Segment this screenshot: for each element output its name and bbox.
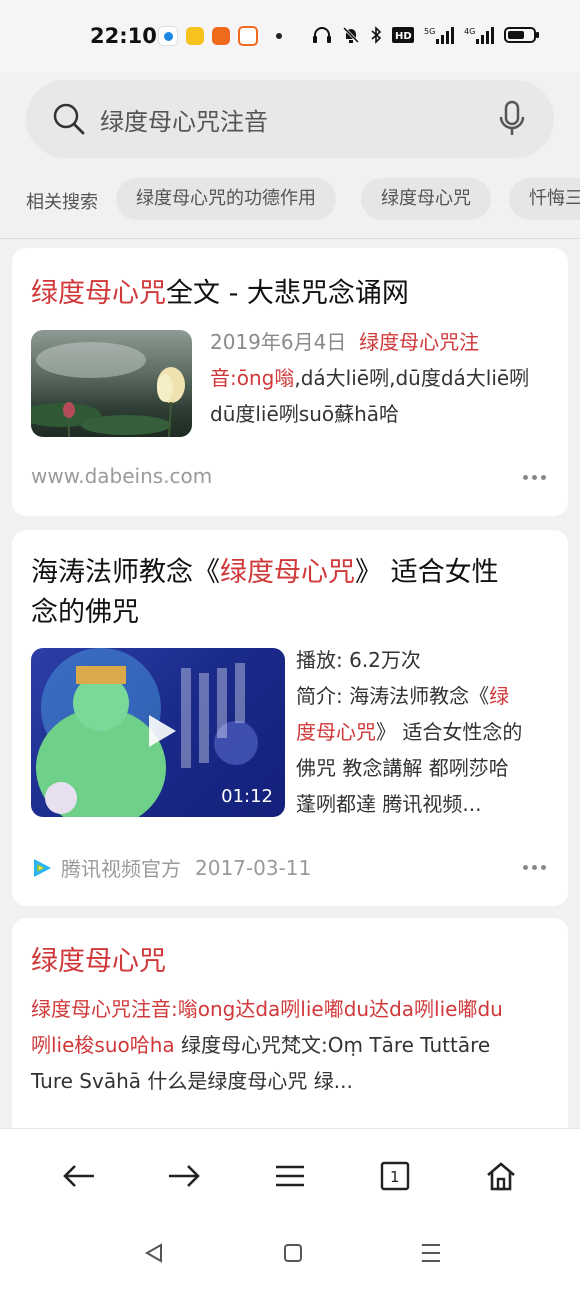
result-title[interactable]: 海涛法师教念《绿度母心咒》 适合女性 念的佛咒 (31, 553, 551, 633)
more-options-icon[interactable] (523, 865, 546, 870)
video-plays: 播放: 6.2万次 (296, 648, 421, 672)
divider (0, 238, 580, 239)
result-card[interactable]: 绿度母心咒全文 - 大悲咒念诵网 2019年6月4日 绿度母心咒注 音:ōng嗡… (12, 248, 568, 516)
square-home-icon (284, 1244, 302, 1262)
signal-4g-icon: 4G (464, 27, 494, 44)
tabs-button[interactable]: 1 (374, 1155, 416, 1197)
snippet-text: ,dá大liē咧,dū度dá大liē咧 (294, 366, 530, 390)
snippet-text: 绿度母心咒梵文:Oṃ Tāre Tuttāre (174, 1033, 491, 1057)
result-date: 2019年6月4日 (210, 330, 347, 354)
search-input[interactable]: 绿度母心咒注音 (100, 102, 268, 137)
snippet-highlight: 绿 (489, 684, 510, 708)
recents-menu-icon (422, 1244, 440, 1262)
system-status-icons: HD 5G 4G (312, 26, 540, 44)
result-snippet: 2019年6月4日 绿度母心咒注 音:ōng嗡,dá大liē咧,dū度dá大li… (210, 324, 550, 432)
svg-text:5G: 5G (424, 27, 435, 36)
taobao-notification-icon (238, 26, 258, 46)
snippet-highlight: 咧lie梭suo哈ha (31, 1033, 175, 1057)
menu-button[interactable] (269, 1155, 311, 1197)
browser-notification-icon (158, 26, 178, 46)
status-bar: 22:10 HD 5G 4G (0, 0, 580, 72)
notes-notification-icon (186, 27, 204, 45)
video-result-card[interactable]: 海涛法师教念《绿度母心咒》 适合女性 念的佛咒 01:12 播放: 6.2万次 … (12, 530, 568, 906)
system-recents-button[interactable] (416, 1238, 446, 1268)
home-icon (487, 1162, 515, 1191)
shopping-notification-icon (212, 27, 230, 45)
headphones-icon (313, 27, 331, 43)
forward-button[interactable] (163, 1155, 205, 1197)
result-title-text: 》 适合女性 (355, 557, 499, 588)
related-chip[interactable]: 绿度母心咒的功德作用 (116, 178, 336, 220)
related-searches-label: 相关搜索 (26, 192, 98, 213)
mute-bell-icon (342, 26, 360, 44)
related-chip[interactable]: 绿度母心咒 (361, 178, 491, 220)
search-bar[interactable]: 绿度母心咒注音 (26, 80, 554, 158)
result-card[interactable]: 绿度母心咒 绿度母心咒注音:嗡ong达da咧lie嘟du达da咧lie嘟du 咧… (12, 918, 568, 1128)
status-time: 22:10 (90, 24, 157, 48)
snippet-highlight: 度母心咒 (296, 720, 376, 744)
lotus-image (31, 342, 185, 437)
result-title-text: 念的佛咒 (31, 597, 139, 628)
bluetooth-icon (371, 26, 382, 44)
snippet-highlight: 绿度母心咒注音:嗡ong达da咧lie嘟du达da咧lie嘟du (31, 997, 503, 1021)
more-options-icon[interactable] (523, 475, 546, 480)
video-intro: 蓬咧都達 腾讯视频... (296, 792, 482, 816)
hd-icon: HD (392, 27, 414, 43)
result-source-name: 腾讯视频官方 (61, 857, 181, 881)
tencent-video-icon (34, 858, 51, 877)
snippet-text: dū度liē咧suō蘇hā哈 (210, 402, 400, 426)
video-duration: 01:12 (221, 786, 273, 807)
arrow-left-icon (63, 1165, 94, 1187)
system-home-button[interactable] (278, 1238, 308, 1268)
related-searches: 相关搜索 绿度母心咒的功德作用 绿度母心咒 忏悔三 (0, 178, 580, 224)
browser-toolbar: 1 (0, 1128, 580, 1219)
battery-icon (504, 27, 539, 43)
search-icon (53, 103, 85, 135)
result-title-text: 全文 - 大悲咒念诵网 (166, 278, 409, 309)
tabs-count-icon: 1 (380, 1161, 410, 1191)
result-title[interactable]: 绿度母心咒 (31, 942, 166, 982)
source-row[interactable]: 腾讯视频官方 2017-03-11 (31, 853, 311, 882)
more-notifications-icon (276, 33, 282, 39)
svg-text:HD: HD (395, 31, 412, 42)
triangle-back-icon (144, 1243, 162, 1263)
menu-icon (276, 1165, 304, 1187)
result-title-highlight: 绿度母心咒 (31, 278, 166, 309)
arrow-right-icon (169, 1165, 200, 1187)
video-intro: 佛咒 教念講解 都咧莎哈 (296, 756, 509, 780)
notification-icons (158, 26, 282, 46)
result-title[interactable]: 绿度母心咒全文 - 大悲咒念诵网 (31, 274, 409, 314)
result-source-url[interactable]: www.dabeins.com (31, 464, 212, 488)
system-navigation-bar (0, 1218, 580, 1289)
video-intro: 》 适合女性念的 (376, 720, 523, 744)
home-button[interactable] (480, 1155, 522, 1197)
result-source-date: 2017-03-11 (195, 855, 312, 880)
signal-5g-icon: 5G (424, 27, 454, 44)
result-thumbnail[interactable] (31, 330, 192, 437)
video-thumbnail[interactable]: 01:12 (31, 648, 285, 817)
svg-text:1: 1 (390, 1168, 400, 1186)
result-snippet: 绿度母心咒注音:嗡ong达da咧lie嘟du达da咧lie嘟du 咧lie梭su… (31, 991, 561, 1099)
snippet-text: Ture Svāhā 什么是绿度母心咒 绿... (31, 1069, 353, 1093)
play-icon[interactable] (145, 712, 179, 750)
svg-text:4G: 4G (464, 27, 475, 36)
video-snippet: 播放: 6.2万次 简介: 海涛法师教念《绿 度母心咒》 适合女性念的 佛咒 教… (296, 642, 558, 822)
snippet-highlight: 绿度母心咒注 (359, 330, 480, 354)
back-button[interactable] (58, 1155, 100, 1197)
related-chip[interactable]: 忏悔三 (509, 178, 580, 220)
result-title-highlight: 绿度母心咒 (220, 557, 355, 588)
system-back-button[interactable] (139, 1238, 169, 1268)
snippet-highlight: 音:ōng嗡 (210, 366, 295, 390)
video-intro: 简介: 海涛法师教念《 (296, 684, 490, 708)
result-title-highlight: 绿度母心咒 (31, 946, 166, 977)
microphone-icon[interactable] (498, 100, 526, 138)
result-title-text: 海涛法师教念《 (31, 557, 220, 588)
